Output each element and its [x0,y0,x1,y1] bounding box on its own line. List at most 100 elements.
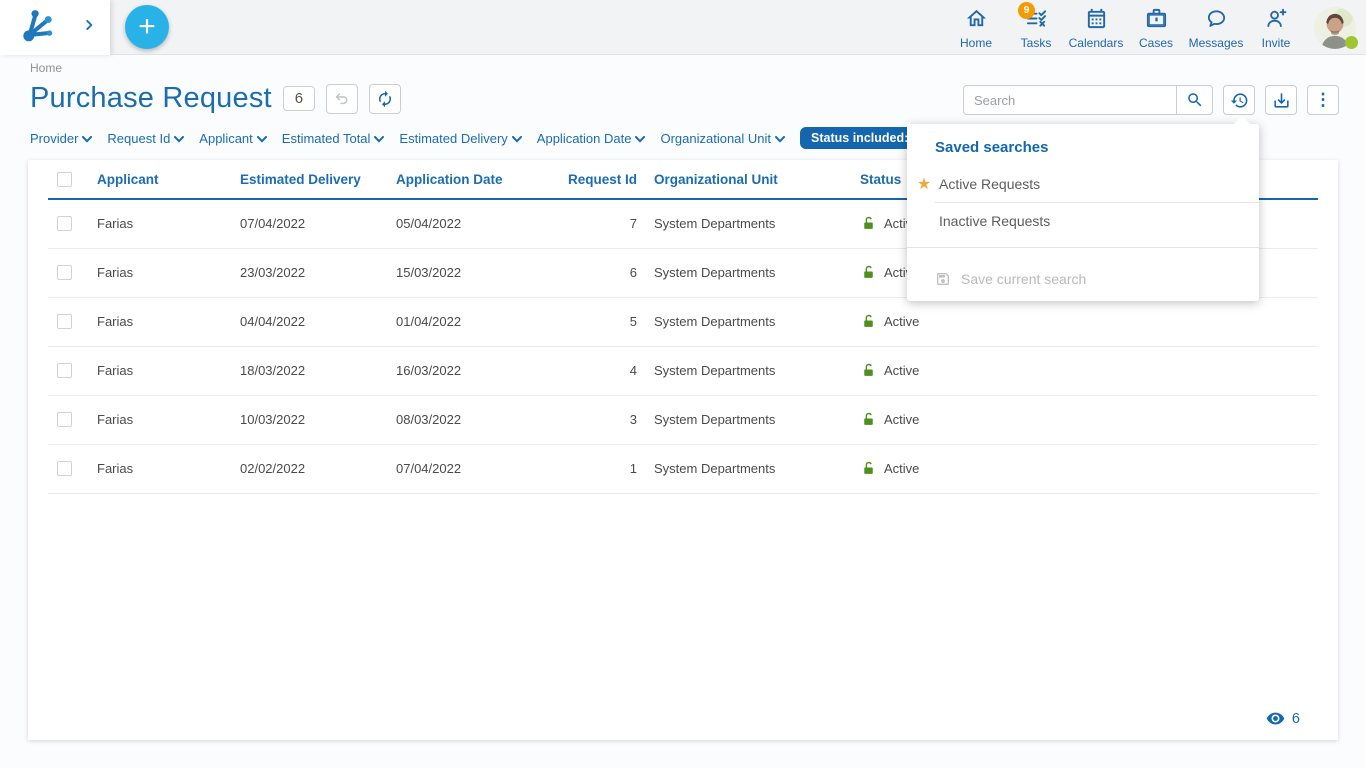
status-label: Active [884,461,919,476]
app-window: + Home 9 Tasks Calendars Cases Message [0,0,1366,768]
cell-request-id: 6 [536,248,637,297]
header-applicant[interactable]: Applicant [97,160,240,199]
cell-applicant: Farias [97,297,240,346]
filter-estimated-delivery[interactable]: Estimated Delivery [399,131,521,146]
table-row[interactable]: Farias 02/02/2022 07/04/2022 1 System De… [48,444,1318,493]
nav-home-label: Home [960,36,992,50]
nav-tasks[interactable]: 9 Tasks [1006,5,1066,50]
chat-bubble-icon [1205,7,1228,35]
presence-dot [1345,36,1358,49]
nav-calendars-label: Calendars [1069,36,1124,50]
cell-organizational-unit: System Departments [637,395,843,444]
row-checkbox[interactable] [57,216,72,231]
status-label: Active [884,363,919,378]
search-button[interactable] [1176,85,1213,115]
row-checkbox[interactable] [57,412,72,427]
header-organizational-unit[interactable]: Organizational Unit [637,160,843,199]
visible-count: 6 [1266,709,1300,728]
cell-estimated-delivery: 02/02/2022 [240,444,396,493]
briefcase-icon [1145,7,1168,35]
saved-searches-title: Saved searches [907,124,1259,166]
nav-tasks-label: Tasks [1021,36,1052,50]
row-checkbox[interactable] [57,363,72,378]
filter-provider[interactable]: Provider [30,131,92,146]
cell-application-date: 15/03/2022 [396,248,536,297]
cell-request-id: 5 [536,297,637,346]
cell-applicant: Farias [97,444,240,493]
filter-application-date[interactable]: Application Date [537,131,646,146]
search-input[interactable] [963,85,1176,115]
saved-searches-button[interactable] [1223,85,1255,115]
cell-estimated-delivery: 23/03/2022 [240,248,396,297]
status-label: Active [884,314,919,329]
table-row[interactable]: Farias 04/04/2022 01/04/2022 5 System De… [48,297,1318,346]
export-button[interactable] [1265,85,1297,115]
chevron-down-icon [374,136,384,143]
topbar: + Home 9 Tasks Calendars Cases Message [0,0,1366,55]
chevron-down-icon [635,136,645,143]
search-cluster: ⋮ [963,85,1339,115]
chevron-down-icon [174,136,184,143]
plus-icon: + [138,10,156,43]
save-current-search: Save current search [907,256,1259,301]
filter-request-id[interactable]: Request Id [107,131,184,146]
table-row[interactable]: Farias 10/03/2022 08/03/2022 3 System De… [48,395,1318,444]
tasks-badge: 9 [1018,2,1035,19]
add-button[interactable]: + [125,5,169,49]
row-checkbox[interactable] [57,314,72,329]
refresh-button[interactable] [369,84,401,114]
kebab-icon: ⋮ [1315,90,1332,110]
header-application-date[interactable]: Application Date [396,160,536,199]
divider [907,247,1259,248]
more-options-button[interactable]: ⋮ [1307,85,1339,115]
history-icon [1230,91,1249,110]
cell-request-id: 1 [536,444,637,493]
undo-button[interactable] [326,84,358,114]
breadcrumb[interactable]: Home [30,61,62,75]
cell-estimated-delivery: 07/04/2022 [240,199,396,248]
visible-count-value: 6 [1292,711,1300,727]
filter-applicant[interactable]: Applicant [199,131,266,146]
header-estimated-delivery[interactable]: Estimated Delivery [240,160,396,199]
star-icon: ★ [913,174,935,194]
saved-searches-dropdown: Saved searches ★ Active Requests Inactiv… [907,124,1259,301]
download-icon [1272,91,1291,110]
cell-applicant: Farias [97,346,240,395]
calendar-icon [1085,7,1108,35]
nav-calendars[interactable]: Calendars [1066,5,1126,50]
table-row[interactable]: Farias 18/03/2022 16/03/2022 4 System De… [48,346,1318,395]
cell-estimated-delivery: 18/03/2022 [240,346,396,395]
cell-application-date: 01/04/2022 [396,297,536,346]
saved-search-active-requests[interactable]: ★ Active Requests [907,166,1259,202]
chevron-down-icon [82,136,92,143]
user-avatar[interactable] [1314,7,1356,49]
cell-applicant: Farias [97,248,240,297]
nav-messages-label: Messages [1189,36,1244,50]
saved-search-inactive-requests[interactable]: Inactive Requests [907,203,1259,239]
filter-estimated-total[interactable]: Estimated Total [282,131,385,146]
chevron-right-icon[interactable] [82,18,96,37]
nav-invite[interactable]: Invite [1246,5,1306,50]
cell-organizational-unit: System Departments [637,444,843,493]
lock-open-icon [860,460,877,477]
app-logo-box[interactable] [0,0,110,55]
page-title: Purchase Request [30,82,272,115]
eye-icon [1266,709,1285,728]
cell-request-id: 4 [536,346,637,395]
row-checkbox[interactable] [57,461,72,476]
cell-organizational-unit: System Departments [637,248,843,297]
row-checkbox[interactable] [57,265,72,280]
filter-row: Provider Request Id Applicant Estimated … [30,126,1012,150]
lock-open-icon [860,215,877,232]
select-all-checkbox[interactable] [57,172,72,187]
chevron-down-icon [257,136,267,143]
nav-messages[interactable]: Messages [1186,5,1246,50]
lock-open-icon [860,411,877,428]
cell-request-id: 7 [536,199,637,248]
nav-home[interactable]: Home [946,5,1006,50]
filter-organizational-unit[interactable]: Organizational Unit [660,131,785,146]
save-icon [935,271,951,287]
nav-cases[interactable]: Cases [1126,5,1186,50]
cell-application-date: 07/04/2022 [396,444,536,493]
header-request-id[interactable]: Request Id [536,160,637,199]
